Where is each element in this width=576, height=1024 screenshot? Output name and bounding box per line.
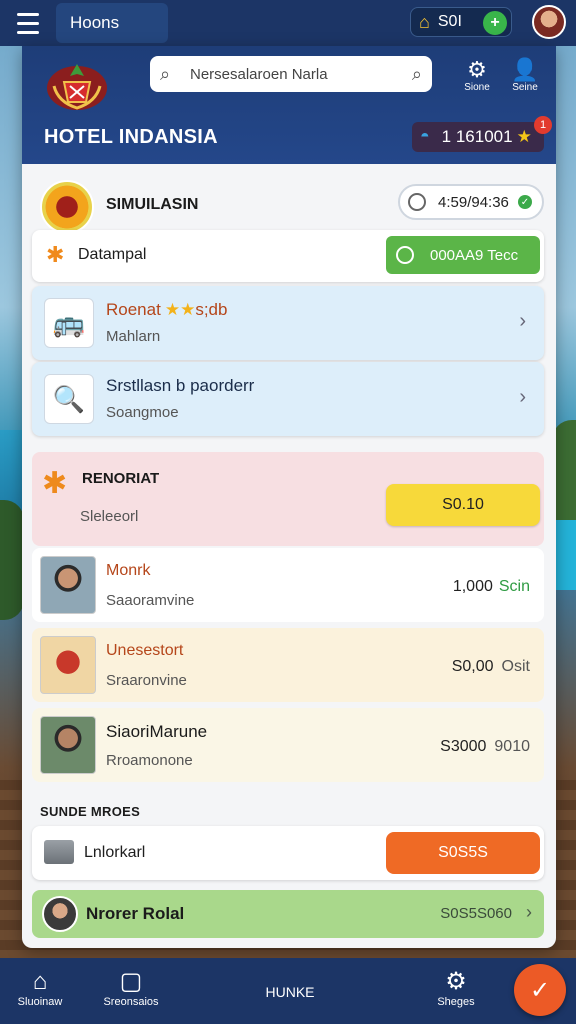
green-card[interactable]: Nrorer Rolal S0S5S060 ›: [32, 890, 544, 938]
lokal-button[interactable]: S0S5S: [386, 832, 540, 874]
item-subtitle: Rroamonone: [106, 752, 193, 769]
item-price: S0,00 Osit: [451, 658, 530, 675]
reward-title: RENORIAT: [82, 470, 160, 487]
nav-search-label: Sreonsaios: [103, 996, 159, 1008]
notification-badge: 1: [534, 116, 552, 134]
reward-subtitle: Sleleeorl: [80, 508, 139, 525]
list-item[interactable]: 🚌 Roenat ★★s;db Mahlarn ›: [32, 286, 544, 360]
simulation-title: SIMUILASIN: [106, 196, 199, 213]
search-icon[interactable]: ⌕: [412, 64, 422, 85]
nav-settings-label: Sheges: [437, 996, 475, 1008]
printer-icon: [44, 840, 74, 864]
chevron-right-icon: ›: [519, 386, 526, 408]
search-icon: ⌕: [160, 63, 171, 84]
nav-center[interactable]: HUNKE: [250, 984, 330, 1000]
list-item[interactable]: Monrk Saaoramvine 1,000 Scin: [32, 548, 544, 622]
check-icon: ✓: [529, 976, 551, 1004]
lokal-label: Lnlorkarl: [84, 844, 146, 861]
bus-icon: 🚌: [44, 298, 94, 348]
currency-pill[interactable]: ⌂ S0I +: [410, 7, 512, 37]
background-palm-left: [0, 500, 24, 620]
staff-photo: [40, 556, 96, 614]
section-label: SUNDE MROES: [40, 804, 141, 819]
coin-house-icon: ⌂: [419, 11, 430, 32]
user-button[interactable]: 👤 Seine: [500, 57, 550, 94]
item-title: Monrk: [106, 562, 151, 579]
dalampal-label: Datampal: [78, 246, 147, 263]
puzzle-icon: ✱: [46, 242, 65, 267]
rating-pill[interactable]: ◓ 1 161001 ★ 1: [412, 116, 552, 152]
settings-button[interactable]: ⚙ Sione: [452, 57, 502, 94]
list-item[interactable]: SiaoriMarune Rroamonone S3000 9010: [32, 708, 544, 782]
item-title: Srstllasn b paorderr: [106, 376, 255, 395]
main-panel: ⌕ Nersesalaroen Narla ⌕ ⚙ Sione 👤 Seine …: [22, 46, 556, 948]
add-currency-button[interactable]: +: [483, 11, 507, 35]
magnifier-icon: 🔍: [44, 374, 94, 424]
home-icon: ⌂: [32, 968, 48, 995]
nav-settings[interactable]: ⚙ Sheges: [426, 968, 486, 1008]
gear-icon: ⚙: [467, 57, 487, 82]
bottom-nav: ⌂ Sluoinaw ▢ Sreonsaios HUNKE ⚙ Sheges: [0, 958, 576, 1024]
chevron-right-icon: ›: [519, 310, 526, 332]
nav-home-label: Sluoinaw: [17, 996, 63, 1008]
nav-search[interactable]: ▢ Sreonsaios: [96, 968, 166, 1008]
top-bar: Hoons ⌂ S0I +: [0, 0, 576, 46]
reward-section: ✱ RENORIAT Sleleeorl S0.10: [32, 452, 544, 546]
gear-icon: ⚙: [445, 968, 467, 995]
panel-header: ⌕ Nersesalaroen Narla ⌕ ⚙ Sione 👤 Seine …: [22, 46, 556, 164]
item-price: 1,000 Scin: [452, 578, 530, 595]
hotel-emblem-icon: [47, 64, 107, 110]
action-fab-button[interactable]: ✓: [514, 964, 566, 1016]
item-subtitle: Sraaronvine: [106, 672, 187, 689]
hamburger-icon: [17, 10, 39, 37]
item-subtitle: Mahlarn: [106, 328, 161, 345]
globe-icon: ◓: [420, 128, 430, 145]
user-label: Seine: [512, 82, 538, 93]
item-subtitle: Saaoramvine: [106, 592, 195, 609]
green-card-price: S0S5S060: [440, 905, 512, 922]
item-title: SiaoriMarune: [106, 722, 208, 741]
list-item[interactable]: 🔍 Srstllasn b paorderr Soangmoe ›: [32, 362, 544, 436]
search-placeholder: Nersesalaroen Narla: [190, 65, 328, 83]
reward-button[interactable]: S0.10: [386, 484, 540, 526]
nav-home[interactable]: ⌂ Sluoinaw: [10, 968, 70, 1008]
staff-photo: [40, 716, 96, 774]
star-icon: ★: [516, 127, 532, 146]
bag-icon: ▢: [119, 968, 143, 995]
dalampal-card: ✱ Datampal 000AA9 Tecc: [32, 230, 544, 282]
menu-button[interactable]: [0, 0, 56, 46]
dalampal-button-label: 000AA9 Tecc: [430, 246, 519, 264]
circle-icon: [396, 246, 414, 264]
clock-icon: [408, 193, 426, 211]
simulation-timer[interactable]: 4:59/94:36 ✓: [398, 184, 544, 220]
simulation-row: SIMUILASIN 4:59/94:36 ✓: [22, 172, 556, 234]
check-icon: ✓: [518, 195, 532, 209]
item-title: Roenat ★★s;db: [106, 300, 228, 319]
settings-label: Sione: [464, 82, 490, 93]
lokal-card: Lnlorkarl S0S5S: [32, 826, 544, 880]
item-price: S3000 9010: [440, 738, 530, 755]
puzzle-icon: ✱: [42, 467, 68, 500]
list-item[interactable]: Unesestort Sraaronvine S0,00 Osit: [32, 628, 544, 702]
simulation-logo-icon: [40, 180, 94, 234]
chevron-right-icon: ›: [526, 902, 532, 922]
green-card-label: Nrorer Rolal: [86, 904, 185, 923]
shield-icon: [40, 636, 96, 694]
timer-value: 4:59/94:36: [438, 193, 509, 211]
star-rating: ★★: [164, 300, 196, 319]
currency-value: S0I: [437, 13, 462, 30]
user-icon: 👤: [511, 57, 539, 82]
item-subtitle: Soangmoe: [106, 404, 179, 421]
item-title: Unesestort: [106, 642, 184, 659]
rating-value: 1 161001: [441, 127, 513, 146]
search-input[interactable]: ⌕ Nersesalaroen Narla ⌕: [150, 56, 432, 92]
dalampal-button[interactable]: 000AA9 Tecc: [386, 236, 540, 274]
hotel-name: HOTEL INDANSIA: [44, 126, 218, 148]
profile-avatar[interactable]: [532, 5, 566, 39]
avatar: [42, 896, 78, 932]
top-tab[interactable]: Hoons: [56, 3, 168, 43]
